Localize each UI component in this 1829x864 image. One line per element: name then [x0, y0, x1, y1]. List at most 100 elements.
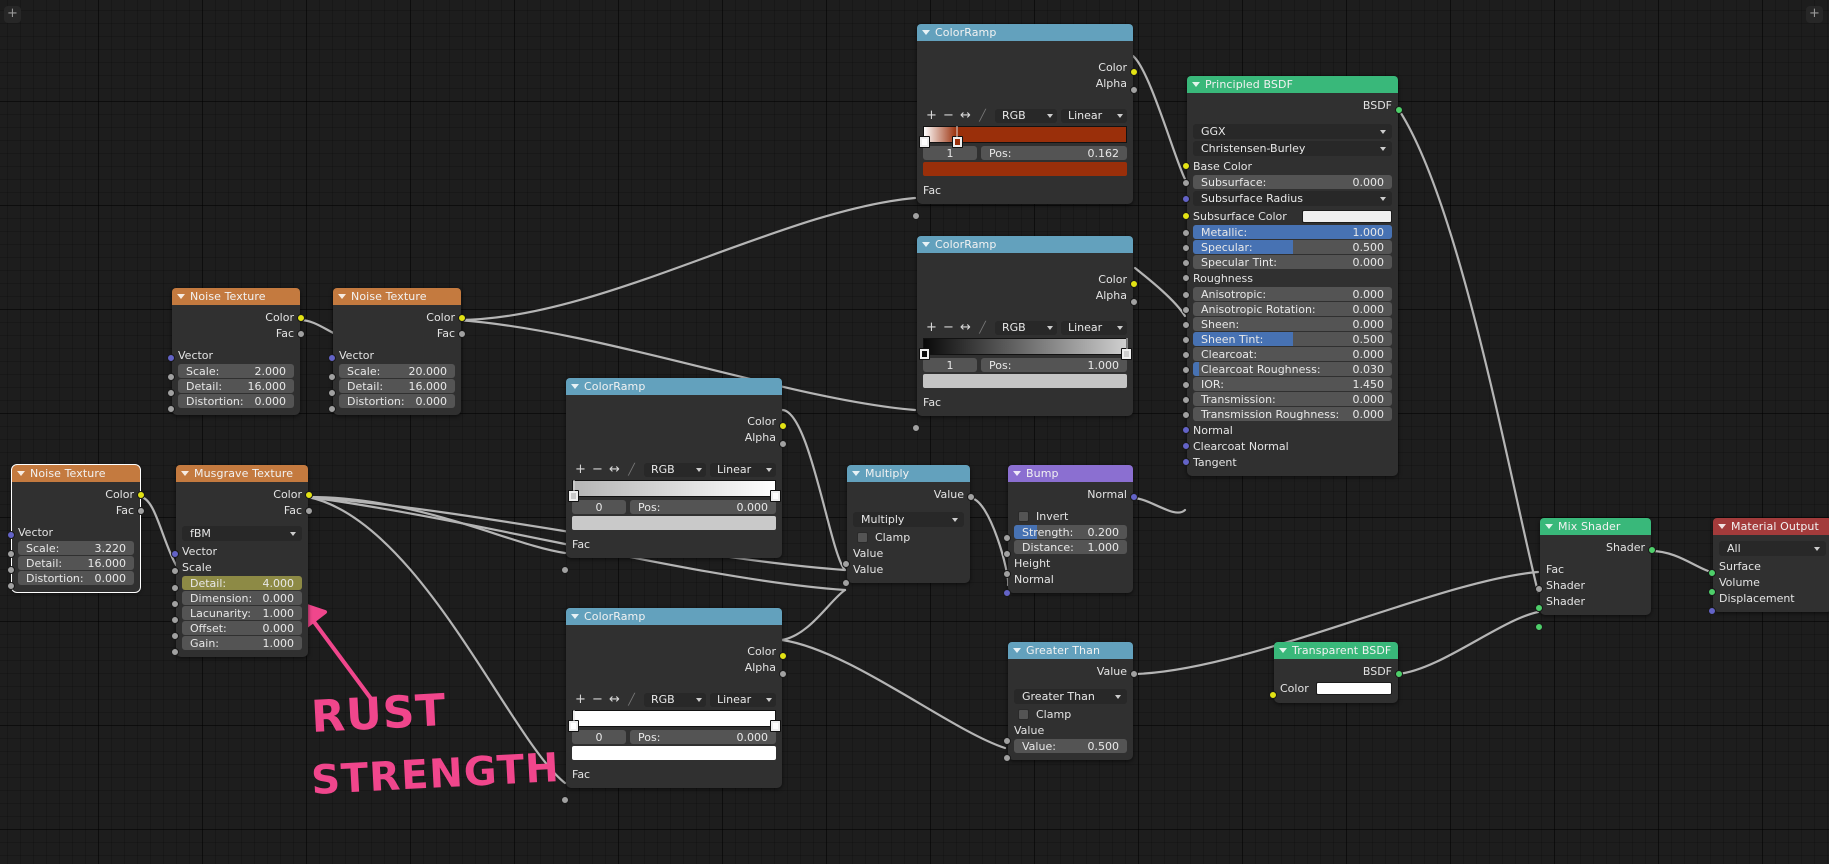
operation-dropdown[interactable]: Greater Than — [1014, 689, 1127, 704]
colorramp-index-field[interactable]: 1 — [923, 146, 977, 160]
socket-color-input[interactable] — [1269, 691, 1277, 699]
colorramp-index-field[interactable]: 0 — [572, 730, 626, 744]
remove-stop-icon[interactable]: − — [940, 109, 957, 122]
colorramp-gradient-strip[interactable] — [919, 338, 1132, 360]
checkbox-icon[interactable] — [857, 531, 868, 543]
socket-clearcoat-input[interactable] — [1182, 351, 1190, 359]
socket-scale-input[interactable] — [171, 567, 179, 575]
socket-scale-input[interactable] — [7, 550, 15, 558]
colorramp-gradient-strip[interactable] — [568, 480, 781, 502]
socket-value-input-2[interactable] — [1003, 754, 1011, 762]
collapse-triangle-icon[interactable] — [1279, 648, 1287, 653]
socket-specular-input[interactable] — [1182, 244, 1190, 252]
socket-transmission-roughness-input[interactable] — [1182, 411, 1190, 419]
socket-bsdf-output[interactable] — [1395, 670, 1403, 678]
subsurface-method-dropdown[interactable]: Christensen-Burley — [1193, 141, 1392, 156]
clearcoat-field[interactable]: Clearcoat: 0.000 — [1193, 347, 1392, 361]
scale-field[interactable]: Scale: 3.220 — [18, 541, 134, 555]
color-swatch[interactable] — [1316, 681, 1392, 695]
remove-stop-icon[interactable]: − — [589, 693, 606, 706]
socket-value-input-1[interactable] — [1003, 737, 1011, 745]
socket-value-input-1[interactable] — [842, 560, 850, 568]
socket-distortion-input[interactable] — [328, 405, 336, 413]
node-colorramp-mid[interactable]: ColorRamp Color Alpha + − ↔ ╱ RGB Linear — [561, 378, 787, 574]
tools-menu-icon[interactable]: ╱ — [974, 321, 991, 334]
colorramp-stop[interactable] — [919, 348, 930, 360]
node-noise-texture-3[interactable]: Noise Texture Color Fac Vector Scale: 3.… — [7, 464, 145, 593]
flip-ramp-icon[interactable]: ↔ — [606, 463, 623, 476]
node-header[interactable]: Principled BSDF — [1187, 76, 1398, 93]
clearcoat-roughness-field[interactable]: Clearcoat Roughness: 0.030 — [1193, 362, 1392, 376]
socket-vector-input[interactable] — [328, 354, 336, 362]
node-principled-bsdf[interactable]: Principled BSDF BSDF GGX Christensen-Bur… — [1182, 76, 1403, 476]
color-mode-dropdown[interactable]: RGB — [644, 692, 706, 707]
lacunarity-field[interactable]: Lacunarity: 1.000 — [182, 606, 302, 620]
colorramp-toolbar[interactable]: + − ↔ ╱ RGB Linear — [566, 691, 782, 708]
node-material-output[interactable]: Material Output All Surface Volume Displ… — [1708, 518, 1829, 615]
socket-fac-output[interactable] — [305, 507, 313, 515]
collapse-triangle-icon[interactable] — [1718, 524, 1726, 529]
socket-value-output[interactable] — [967, 493, 975, 501]
socket-fac-input[interactable] — [561, 796, 569, 804]
strength-field[interactable]: Strength: 0.200 — [1014, 525, 1127, 539]
color-mode-dropdown[interactable]: RGB — [995, 320, 1057, 335]
node-colorramp-bottom[interactable]: ColorRamp Color Alpha + − ↔ ╱ RGB Linear — [561, 608, 787, 804]
operation-dropdown[interactable]: Multiply — [853, 512, 964, 527]
socket-color-output[interactable] — [297, 314, 305, 322]
node-header[interactable]: Musgrave Texture — [176, 465, 308, 482]
socket-fac-output[interactable] — [458, 330, 466, 338]
shader-node-editor-canvas[interactable]: RUST STRENGTH + + Noise Texture Color Fa… — [0, 0, 1829, 864]
socket-detail-input[interactable] — [171, 584, 179, 592]
socket-strength-input[interactable] — [1003, 534, 1011, 542]
socket-normal-output[interactable] — [1130, 493, 1138, 501]
socket-fac-input[interactable] — [1535, 585, 1543, 593]
socket-sheen-input[interactable] — [1182, 321, 1190, 329]
node-transparent-bsdf[interactable]: Transparent BSDF BSDF Color — [1269, 642, 1403, 703]
socket-volume-input[interactable] — [1708, 588, 1716, 596]
anisotropic-rotation-field[interactable]: Anisotropic Rotation: 0.000 — [1193, 302, 1392, 316]
distribution-dropdown[interactable]: GGX — [1193, 124, 1392, 139]
node-header[interactable]: Noise Texture — [172, 288, 300, 305]
subsurface-field[interactable]: Subsurface: 0.000 — [1193, 175, 1392, 189]
socket-base-color-input[interactable] — [1182, 162, 1190, 170]
node-header[interactable]: ColorRamp — [566, 608, 782, 625]
add-stop-icon[interactable]: + — [923, 321, 940, 334]
socket-surface-input[interactable] — [1708, 569, 1716, 577]
collapse-triangle-icon[interactable] — [17, 471, 25, 476]
interpolation-dropdown[interactable]: Linear — [710, 462, 776, 477]
add-stop-icon[interactable]: + — [923, 109, 940, 122]
socket-anisotropic-rotation-input[interactable] — [1182, 306, 1190, 314]
node-header[interactable]: Material Output — [1713, 518, 1829, 535]
socket-value-output[interactable] — [1130, 670, 1138, 678]
socket-value-input-2[interactable] — [842, 579, 850, 587]
anisotropic-field[interactable]: Anisotropic: 0.000 — [1193, 287, 1392, 301]
colorramp-gradient-strip[interactable] — [919, 126, 1127, 148]
socket-subsurface-input[interactable] — [1182, 179, 1190, 187]
socket-vector-input[interactable] — [167, 354, 175, 362]
collapse-triangle-icon[interactable] — [571, 614, 579, 619]
add-stop-icon[interactable]: + — [572, 463, 589, 476]
node-header[interactable]: Greater Than — [1008, 642, 1133, 659]
colorramp-selected-swatch[interactable] — [923, 162, 1127, 176]
socket-tangent-input[interactable] — [1182, 458, 1190, 466]
socket-color-output[interactable] — [779, 652, 787, 660]
socket-alpha-output[interactable] — [779, 670, 787, 678]
socket-fac-input[interactable] — [912, 212, 920, 220]
interpolation-dropdown[interactable]: Linear — [710, 692, 776, 707]
checkbox-icon[interactable] — [1018, 708, 1029, 720]
value-field[interactable]: Value: 0.500 — [1014, 739, 1127, 753]
socket-scale-input[interactable] — [167, 373, 175, 381]
colorramp-stop[interactable] — [770, 490, 781, 502]
socket-color-output[interactable] — [779, 422, 787, 430]
socket-shader-input-2[interactable] — [1535, 623, 1543, 631]
colorramp-index-field[interactable]: 1 — [923, 358, 977, 372]
socket-color-output[interactable] — [458, 314, 466, 322]
socket-fac-output[interactable] — [137, 507, 145, 515]
colorramp-toolbar[interactable]: + − ↔ ╱ RGB Linear — [917, 319, 1133, 336]
socket-alpha-output[interactable] — [1130, 86, 1138, 94]
node-header[interactable]: Transparent BSDF — [1274, 642, 1398, 659]
socket-roughness-input[interactable] — [1182, 274, 1190, 282]
node-colorramp-second[interactable]: ColorRamp Color Alpha + − ↔ ╱ RGB Linear — [912, 236, 1138, 432]
colorramp-gradient-strip[interactable] — [568, 710, 781, 732]
socket-metallic-input[interactable] — [1182, 229, 1190, 237]
